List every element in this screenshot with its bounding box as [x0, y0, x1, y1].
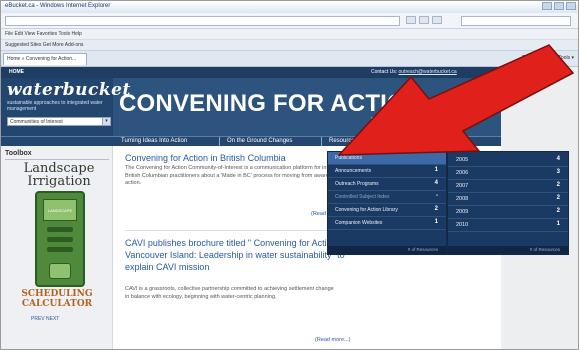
menu-item-count: 2: [556, 195, 560, 201]
home-link[interactable]: HOME: [9, 69, 24, 75]
menu-items[interactable]: File Edit View Favorites Tools Help: [5, 31, 82, 37]
sidebar: Toolbox Landscape Irrigation LANDSCAPE S…: [1, 146, 113, 349]
menu-item-label: 2009: [456, 209, 469, 215]
nav-item-on-the-ground[interactable]: On the Ground Changes: [227, 138, 292, 144]
refresh-icon[interactable]: [406, 16, 416, 24]
logo-area: waterbucket sustainable approaches to in…: [1, 78, 130, 136]
tab-strip: Home » Convening for Action... Page ▾ Sa…: [1, 51, 578, 67]
menu-item-label: 2010: [456, 222, 469, 228]
site-header: waterbucket sustainable approaches to in…: [1, 78, 501, 136]
close-icon[interactable]: [566, 2, 576, 10]
menu-item-2006[interactable]: 2006 3: [448, 167, 568, 180]
menu-item-outreach-programs[interactable]: Outreach Programs 4: [328, 178, 446, 191]
ad-bottom-line1: SCHEDULING: [21, 289, 93, 299]
menu-item-2005[interactable]: 2005 4: [448, 154, 568, 167]
article-title[interactable]: CAVI publishes brochure titled " Conveni…: [125, 237, 353, 273]
ad-bottom-line2: CALCULATOR: [21, 299, 93, 309]
site-search-input[interactable]: [371, 117, 445, 127]
device-screen: LANDSCAPE: [43, 199, 77, 221]
sidebar-title: Toolbox: [5, 150, 32, 157]
menu-item-2008[interactable]: 2008 2: [448, 193, 568, 206]
contact-label: Contact Us:: [371, 69, 398, 75]
menu-item-label: 2007: [456, 183, 469, 189]
minimize-icon[interactable]: [542, 2, 552, 10]
browser-window: eBucket.ca - Windows Internet Explorer F…: [0, 0, 579, 350]
years-submenu: 2005 4 2006 3 2007 2 2008 2 2009 2 2010 …: [447, 151, 569, 255]
menu-item-companion-websites[interactable]: Companion Websites 1: [328, 217, 446, 230]
site-tagline: sustainable approaches to integrated wat…: [7, 100, 103, 112]
nav-item-turning-ideas[interactable]: Turning Ideas Into Action: [121, 138, 187, 144]
menu-item-count: -: [436, 193, 438, 199]
menu-item-count: 2: [556, 182, 560, 188]
contact-email-link[interactable]: outreach@waterbucket.ca: [399, 69, 457, 75]
stop-icon[interactable]: [419, 16, 429, 24]
ad-calculator-title[interactable]: SCHEDULING CALCULATOR: [7, 289, 107, 309]
menu-footer: # of Resources: [328, 246, 446, 254]
menu-item-2010[interactable]: 2010 1: [448, 219, 568, 232]
device-slot: [47, 227, 73, 232]
menu-footer: # of Resources: [448, 246, 568, 254]
menu-item-count: 1: [556, 221, 560, 227]
menu-item-cfa-library[interactable]: Convening for Action Library 2: [328, 204, 446, 217]
favorites-links[interactable]: Suggested Sites Get More Add-ons: [5, 42, 83, 48]
go-icon[interactable]: [432, 16, 442, 24]
nav-item-resources[interactable]: Resources: [329, 138, 358, 144]
banner-title: CONVENING FOR ACTION: [119, 90, 424, 117]
device-label: LANDSCAPE: [47, 208, 73, 213]
ad-title-line2: Irrigation: [27, 174, 91, 189]
menu-item-count: 1: [434, 219, 438, 225]
menu-item-controlled-subject-index[interactable]: Controlled Subject Index -: [328, 191, 446, 204]
window-title: eBucket.ca - Windows Internet Explorer: [5, 3, 111, 9]
site-logo[interactable]: waterbucket: [7, 80, 131, 100]
menu-item-announcements[interactable]: Announcements 1: [328, 165, 446, 178]
menu-item-label: Companion Websites: [335, 220, 383, 226]
menu-item-count: 2: [434, 206, 438, 212]
resources-dropdown: Publications Announcements 1 Outreach Pr…: [327, 151, 447, 255]
device-dial: [49, 263, 71, 279]
ad-title[interactable]: Landscape Irrigation: [11, 162, 107, 188]
menu-item-label: 2006: [456, 170, 469, 176]
menu-item-count: 3: [556, 169, 560, 175]
community-select-value: Communities of Interest: [10, 119, 63, 125]
read-more-link[interactable]: (Read more...): [315, 337, 350, 343]
article-body: CAVI is a grassroots, collective partner…: [125, 286, 334, 300]
menu-bar: File Edit View Favorites Tools Help: [1, 29, 578, 40]
menu-item-2007[interactable]: 2007 2: [448, 180, 568, 193]
menu-item-label: Publications: [335, 155, 362, 161]
top-bar: HOME Contact Us: outreach@waterbucket.ca: [1, 67, 501, 78]
browser-tab[interactable]: Home » Convening for Action...: [3, 53, 87, 65]
menu-item-label: 2005: [456, 157, 469, 163]
device-slot: [47, 237, 73, 242]
nav-tools: [406, 16, 442, 24]
menu-item-label: Convening for Action Library: [335, 207, 398, 213]
menu-item-label: Announcements: [335, 168, 372, 174]
menu-item-label: 2008: [456, 196, 469, 202]
device-slot: [47, 247, 73, 252]
menu-item-publications[interactable]: Publications: [328, 152, 446, 165]
menu-item-label: Controlled Subject Index: [335, 194, 390, 200]
menu-item-count: 1: [434, 167, 438, 173]
browser-search-input[interactable]: [461, 16, 571, 26]
menu-item-count: 4: [434, 180, 438, 186]
address-input[interactable]: [5, 16, 400, 26]
main-nav: Turning Ideas Into Action On the Ground …: [1, 136, 501, 147]
maximize-icon[interactable]: [554, 2, 564, 10]
address-bar-row: [1, 13, 578, 29]
command-bar[interactable]: Page ▾ Safety ▾ Tools ▾: [522, 55, 574, 61]
menu-item-2009[interactable]: 2009 2: [448, 206, 568, 219]
window-controls: [542, 2, 576, 10]
irrigation-controller-image[interactable]: LANDSCAPE: [35, 191, 85, 287]
article-body: The Convening for Action Community-of-In…: [125, 165, 347, 186]
favorites-bar: Suggested Sites Get More Add-ons: [1, 40, 578, 51]
menu-item-count: 2: [556, 208, 560, 214]
menu-item-label: Outreach Programs: [335, 181, 379, 187]
prev-next-links[interactable]: PREV NEXT: [31, 316, 59, 322]
window-title-bar: eBucket.ca - Windows Internet Explorer: [1, 1, 578, 13]
chevron-down-icon[interactable]: ▾: [102, 118, 110, 125]
divider: [5, 159, 109, 160]
contact-info: Contact Us: outreach@waterbucket.ca: [371, 69, 457, 75]
menu-item-count: 4: [556, 156, 560, 162]
search-button[interactable]: search: [451, 114, 480, 124]
community-select[interactable]: Communities of Interest ▾: [7, 117, 111, 126]
